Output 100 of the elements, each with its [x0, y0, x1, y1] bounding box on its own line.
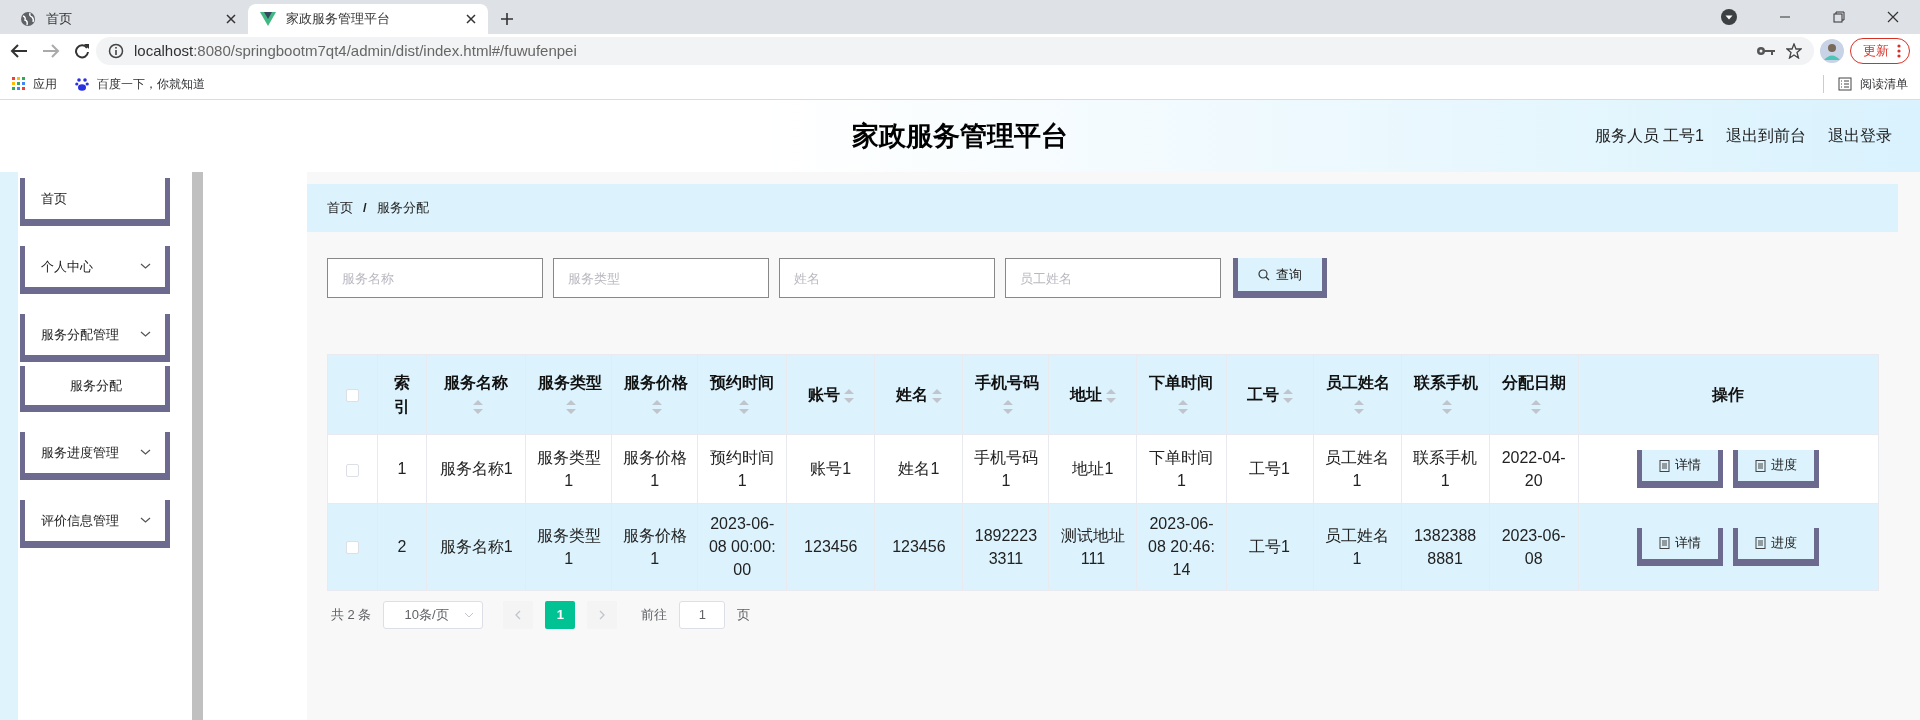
table-cell: 123456: [892, 538, 946, 556]
table-cell: 员工姓名1: [1325, 526, 1390, 567]
table-cell: 地址1: [1072, 460, 1114, 478]
page-input[interactable]: 1: [679, 600, 726, 629]
sort-icon[interactable]: [739, 400, 750, 415]
search-field[interactable]: 服务名称: [327, 258, 543, 298]
globe-icon: [20, 11, 36, 27]
sidebar-item[interactable]: 服务进度管理: [20, 432, 170, 480]
bookmark[interactable]: 应用: [12, 74, 57, 93]
header-link[interactable]: 退出登录: [1828, 124, 1892, 148]
page-size-select[interactable]: 10条/页: [383, 600, 484, 629]
forward-icon[interactable]: [42, 43, 60, 59]
table-cell: 账号1: [810, 460, 852, 478]
table-cell: 手机号码1: [973, 448, 1038, 489]
breadcrumb-item[interactable]: 服务分配: [376, 198, 429, 218]
star-icon[interactable]: [1786, 43, 1802, 59]
table-cell: 预约时间1: [710, 448, 775, 489]
table-cell: 员工姓名1: [1325, 448, 1390, 489]
sidebar-subitem[interactable]: 服务分配: [20, 366, 170, 412]
sort-icon[interactable]: [565, 400, 576, 415]
info-icon: [108, 43, 124, 59]
table-cell: 测试地址111: [1060, 526, 1125, 567]
table-cell: 下单时间1: [1149, 448, 1214, 489]
table-cell: 2: [397, 538, 407, 556]
apps-icon: [12, 77, 25, 90]
key-icon[interactable]: [1756, 45, 1776, 57]
scrollbar-track[interactable]: [192, 172, 203, 720]
browser-tab[interactable]: 首页: [8, 4, 248, 34]
reload-icon[interactable]: [74, 43, 90, 59]
column-header: 账号: [807, 385, 840, 403]
total-count: 共 2 条: [331, 605, 372, 624]
user-label: 服务人员 工号1: [1594, 126, 1704, 146]
chevron-down-icon: [140, 331, 151, 338]
back-icon[interactable]: [10, 43, 28, 59]
new-tab-icon[interactable]: [500, 12, 514, 26]
sort-icon[interactable]: [931, 388, 942, 403]
sort-icon[interactable]: [651, 400, 662, 415]
document-icon: [1755, 537, 1767, 550]
checkbox[interactable]: [346, 463, 359, 477]
table-cell: 工号1: [1249, 538, 1290, 556]
sidebar-item[interactable]: 首页: [20, 178, 170, 226]
sort-icon[interactable]: [1442, 400, 1453, 415]
sort-icon[interactable]: [1002, 400, 1013, 415]
column-header: 分配日期: [1501, 374, 1566, 392]
table-cell: 服务名称1: [439, 460, 513, 478]
action-button[interactable]: 详情: [1637, 527, 1724, 566]
close-icon[interactable]: [466, 14, 476, 24]
table-cell: 13823888881: [1413, 526, 1477, 567]
table-cell: 服务名称1: [439, 538, 513, 556]
avatar-icon[interactable]: [1820, 39, 1844, 63]
search-field[interactable]: 姓名: [779, 258, 995, 298]
previous-page-button[interactable]: [503, 600, 534, 629]
goto-label: 前往: [641, 605, 668, 624]
document-icon: [1755, 459, 1767, 472]
sidebar-item[interactable]: 服务分配管理: [20, 314, 170, 362]
table-cell: 服务类型1: [536, 526, 601, 567]
column-header: 员工姓名: [1325, 374, 1390, 392]
search-field[interactable]: 员工姓名: [1005, 258, 1221, 298]
sort-icon[interactable]: [1530, 400, 1541, 415]
checkbox[interactable]: [346, 541, 359, 555]
bookmark[interactable]: 百度一下，你就知道: [75, 74, 205, 93]
search-icon: [1258, 268, 1270, 281]
sort-icon[interactable]: [1178, 400, 1189, 415]
next-page-button[interactable]: [587, 600, 618, 629]
sidebar-item[interactable]: 评价信息管理: [20, 500, 170, 548]
close-icon[interactable]: [1887, 11, 1899, 23]
column-header: 预约时间: [710, 374, 775, 392]
action-button[interactable]: 详情: [1637, 450, 1724, 488]
breadcrumb-item[interactable]: 首页: [327, 198, 353, 218]
table-cell: 服务价格1: [622, 448, 687, 489]
sort-icon[interactable]: [843, 388, 854, 403]
header-link[interactable]: 退出到前台: [1726, 124, 1806, 148]
column-header: 索引: [394, 374, 411, 415]
column-header: 服务类型: [538, 374, 603, 392]
sort-icon[interactable]: [473, 400, 484, 415]
list-icon: [1838, 76, 1852, 91]
more-icon: [1897, 44, 1901, 58]
sidebar-item[interactable]: 个人中心: [20, 246, 170, 294]
chevron-down-icon: [140, 449, 151, 456]
url-text: localhost:8080/springbootm7qt4/admin/dist/index.html#/fuwufenpei: [134, 40, 577, 61]
dropdown-icon[interactable]: [1721, 9, 1737, 25]
sort-icon[interactable]: [1105, 388, 1116, 403]
table-cell: 2023-06-08 00:00:00: [708, 515, 776, 579]
address-bar[interactable]: localhost:8080/springbootm7qt4/admin/dist/index.html#/fuwufenpei: [96, 37, 1814, 65]
reading-list-button[interactable]: 阅读清单: [1823, 74, 1908, 93]
checkbox[interactable]: [346, 389, 359, 403]
table-cell: 姓名1: [898, 460, 940, 478]
browser-tab[interactable]: 家政服务管理平台: [248, 4, 488, 34]
action-button[interactable]: 进度: [1733, 527, 1820, 566]
restore-icon[interactable]: [1833, 11, 1845, 23]
search-button[interactable]: 查询: [1233, 258, 1327, 298]
sort-icon[interactable]: [1354, 400, 1365, 415]
action-button[interactable]: 进度: [1733, 450, 1820, 488]
column-header: 服务价格: [624, 374, 689, 392]
sort-icon[interactable]: [1282, 388, 1293, 403]
update-button[interactable]: 更新: [1850, 38, 1910, 64]
close-icon[interactable]: [226, 14, 236, 24]
column-header: 服务名称: [444, 374, 509, 392]
search-field[interactable]: 服务类型: [553, 258, 769, 298]
table-cell: 服务价格1: [622, 526, 687, 567]
